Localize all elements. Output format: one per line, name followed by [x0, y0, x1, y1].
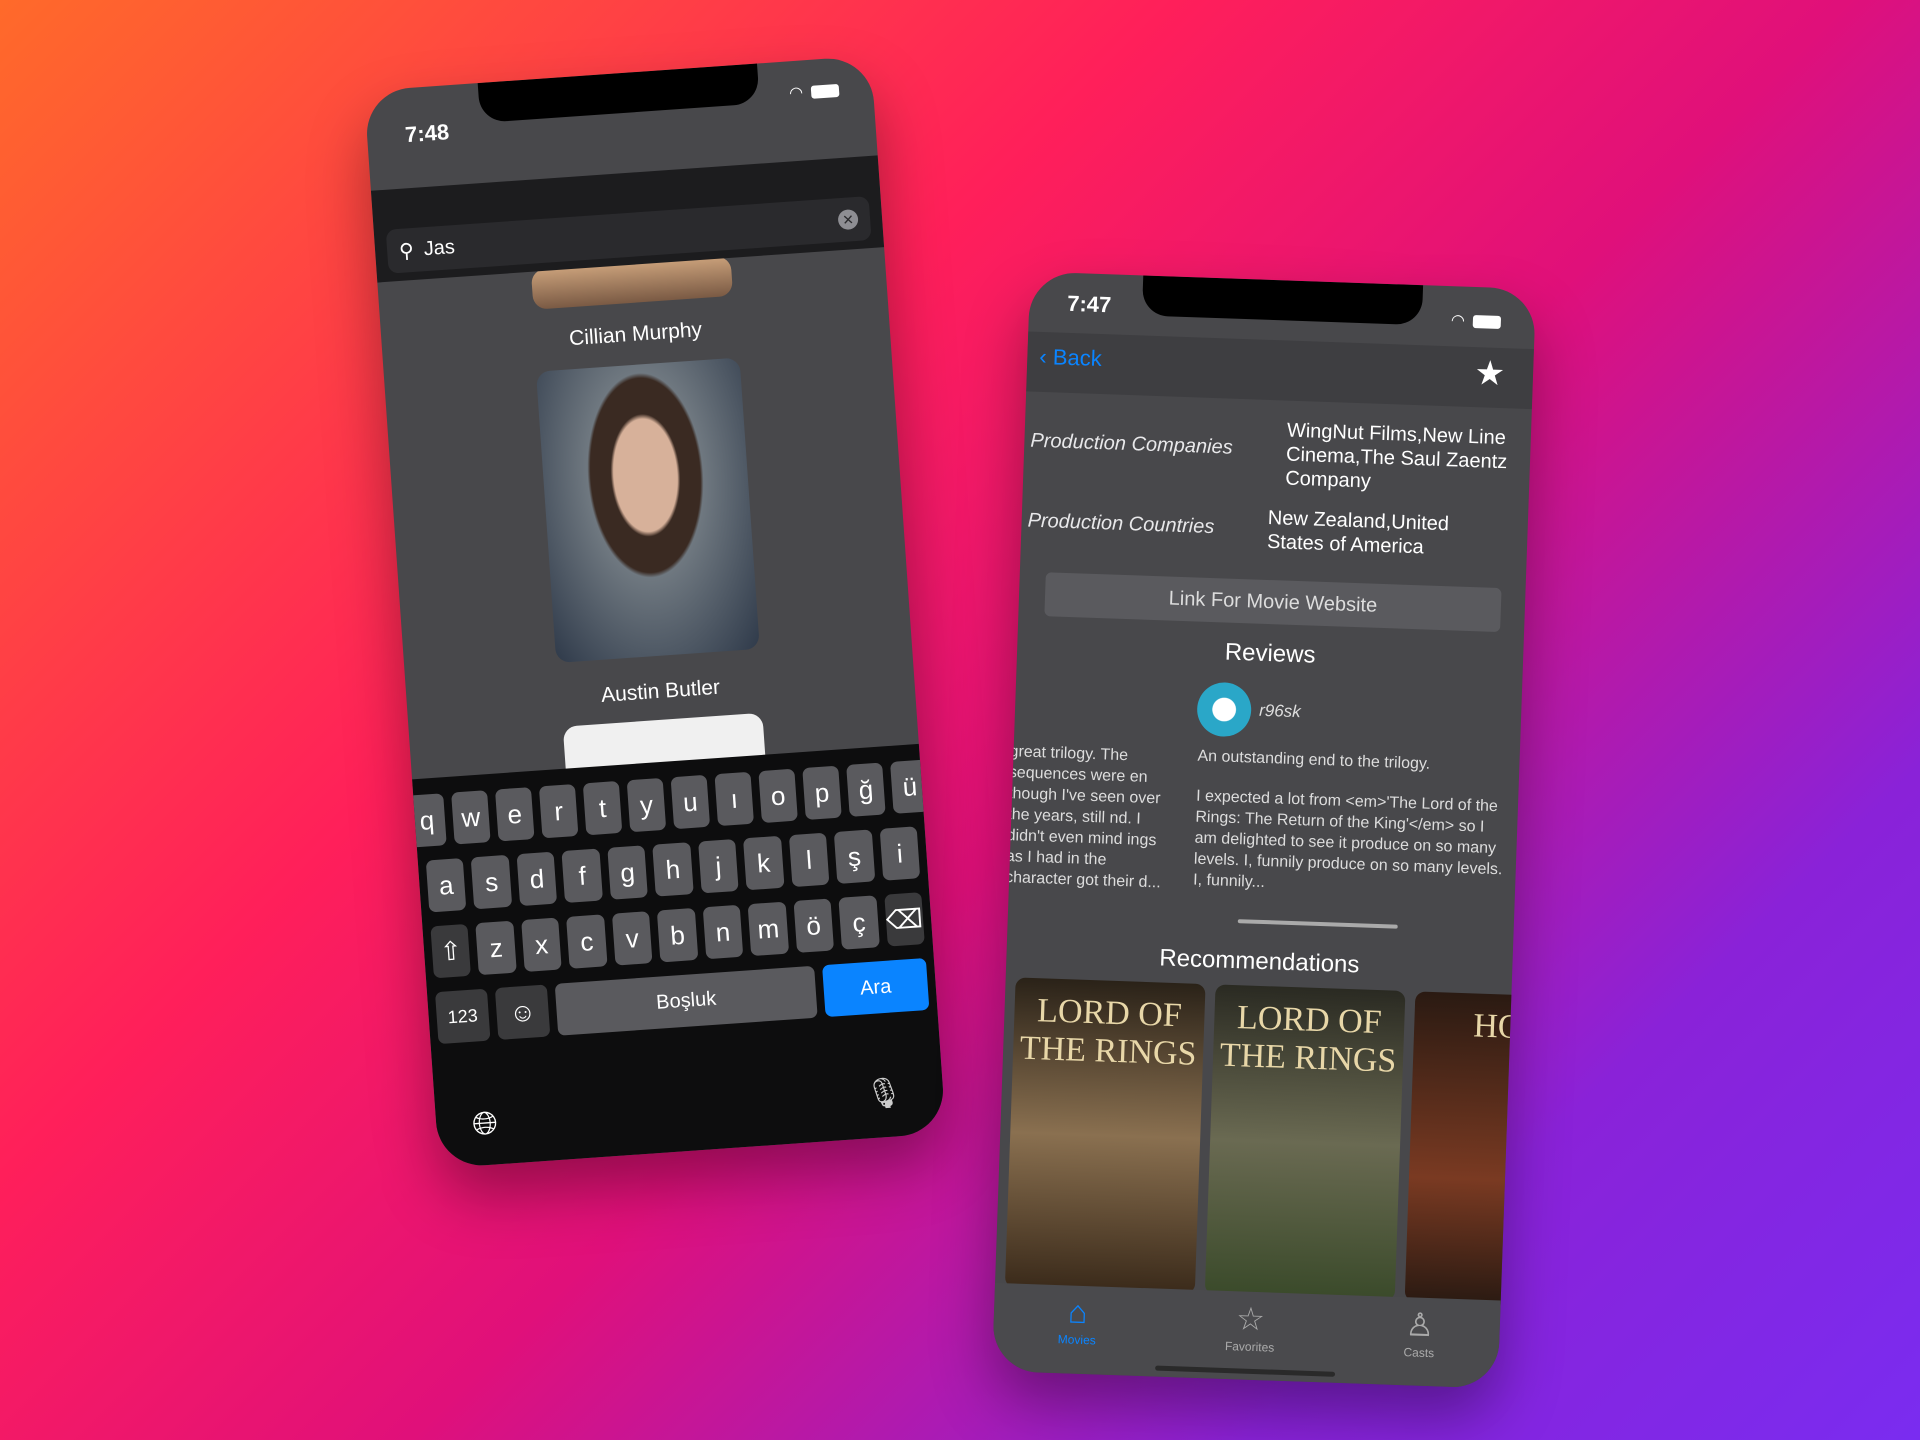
key-n[interactable]: n [702, 904, 744, 960]
globe-icon[interactable]: 🌐︎ [471, 1104, 499, 1144]
key-j[interactable]: j [697, 838, 739, 894]
key-s[interactable]: s [471, 854, 513, 910]
key-t[interactable]: t [582, 780, 623, 836]
nav-bar: ‹ Back ★ [1026, 331, 1534, 410]
key-ı[interactable]: ı [714, 771, 755, 827]
back-label: Back [1052, 344, 1103, 372]
tab-label: Casts [1403, 1345, 1435, 1361]
clear-icon[interactable]: ✕ [837, 208, 859, 231]
recommendation-poster[interactable]: LORD OF THE RINGS [1004, 977, 1206, 1294]
search-icon: ⚲ [398, 239, 415, 263]
key-m[interactable]: m [747, 901, 789, 957]
wifi-icon: ◠ [788, 84, 804, 103]
recommendation-poster[interactable]: LORD OF THE RINGS [1204, 984, 1406, 1301]
key-ü[interactable]: ü [890, 759, 930, 814]
key-k[interactable]: k [743, 835, 785, 891]
production-companies-value: WingNut Films,New Line Cinema,The Saul Z… [1284, 419, 1508, 493]
review-card[interactable]: great trilogy. The sequences were en tho… [1005, 741, 1180, 897]
backspace-key[interactable]: ⌫ [883, 892, 925, 947]
key-d[interactable]: d [516, 851, 558, 907]
production-companies-label: Production Companies [1030, 429, 1234, 459]
movie-detail-phone: ‹ Back ★ 7:47 ◠ Production Companies Win… [991, 271, 1537, 1389]
key-u[interactable]: u [670, 774, 711, 830]
search-value: Jas [422, 235, 456, 260]
key-ö[interactable]: ö [793, 898, 835, 953]
key-f[interactable]: f [561, 848, 603, 903]
emoji-key[interactable]: ☺ [494, 984, 551, 1040]
recommendations-title: Recommendations [1158, 944, 1360, 979]
tab-label: Movies [1057, 1332, 1096, 1348]
recommendation-poster[interactable]: HOB [1404, 991, 1537, 1308]
key-w[interactable]: w [451, 790, 491, 845]
key-ş[interactable]: ş [833, 829, 875, 884]
search-key[interactable]: Ara [822, 957, 930, 1018]
shift-key[interactable]: ⇧ [430, 923, 472, 979]
key-e[interactable]: e [494, 787, 535, 842]
key-q[interactable]: q [407, 793, 447, 848]
notch [1141, 275, 1424, 326]
key-c[interactable]: c [566, 914, 608, 969]
key-x[interactable]: x [521, 917, 563, 972]
key-l[interactable]: l [788, 832, 830, 888]
house-icon: ⌂ [1067, 1293, 1089, 1331]
review-title: An outstanding end to the trilogy. [1197, 747, 1431, 773]
status-time: 7:47 [1066, 290, 1112, 318]
reviews-title: Reviews [1224, 638, 1316, 669]
back-button[interactable]: ‹ Back [1039, 344, 1102, 372]
status-icons: ◠ [788, 80, 840, 103]
key-b[interactable]: b [657, 907, 699, 963]
search-bar-area: ⚲ Jas ✕ [370, 155, 885, 283]
numbers-key[interactable]: 123 [434, 988, 491, 1045]
person-icon: ♙ [1404, 1306, 1435, 1344]
favorite-star-icon[interactable]: ★ [1474, 353, 1506, 394]
key-y[interactable]: y [626, 777, 667, 833]
wifi-icon: ◠ [1450, 312, 1466, 330]
tab-movies[interactable]: ⌂ Movies [1057, 1293, 1098, 1374]
review-author: r96sk [1258, 700, 1302, 722]
production-countries-value: New Zealand,United States of America [1266, 506, 1450, 559]
key-ç[interactable]: ç [838, 895, 880, 950]
tab-casts[interactable]: ♙ Casts [1402, 1305, 1435, 1386]
cast-photo[interactable] [535, 357, 760, 664]
movie-website-button[interactable]: Link For Movie Website [1044, 572, 1502, 633]
review-text[interactable]: I expected a lot from <em>'The Lord of t… [1193, 786, 1509, 903]
microphone-icon[interactable]: 🎙︎ [864, 1075, 904, 1113]
star-icon: ☆ [1235, 1300, 1266, 1338]
status-icons: ◠ [1451, 310, 1502, 332]
page-indicator[interactable] [1237, 919, 1398, 929]
key-p[interactable]: p [802, 765, 842, 820]
production-countries-row: Production Countries New Zealand,United … [1022, 497, 1528, 558]
key-i[interactable]: i [879, 826, 921, 881]
search-casts-phone: 7:48 ◠ ⚲ Jas ✕ Cillian Murphy Austin But… [363, 55, 947, 1169]
reviewer-avatar [1196, 681, 1253, 738]
key-r[interactable]: r [538, 784, 579, 839]
battery-icon [810, 83, 840, 99]
search-input[interactable]: ⚲ Jas ✕ [385, 196, 872, 274]
production-countries-label: Production Countries [1027, 509, 1215, 539]
keyboard: qwertyuıopğü asdfghjklşi ⇧ z x c v b n m ö ç ⌫ 123… [407, 743, 947, 1169]
tab-label: Favorites [1224, 1338, 1275, 1355]
key-z[interactable]: z [475, 920, 517, 976]
key-h[interactable]: h [652, 842, 694, 897]
key-g[interactable]: g [607, 845, 649, 900]
key-ğ[interactable]: ğ [846, 762, 886, 817]
battery-icon [1472, 314, 1502, 329]
space-key[interactable]: Boşluk [554, 965, 818, 1036]
production-companies-row: Production Companies WingNut Films,New L… [1026, 409, 1532, 493]
key-a[interactable]: a [425, 857, 467, 913]
cast-name[interactable]: Cillian Murphy [381, 305, 889, 364]
key-v[interactable]: v [611, 911, 653, 966]
status-time: 7:48 [404, 119, 450, 148]
cast-name[interactable]: Austin Butler [406, 662, 914, 721]
notch [477, 63, 760, 123]
key-o[interactable]: o [758, 768, 798, 824]
